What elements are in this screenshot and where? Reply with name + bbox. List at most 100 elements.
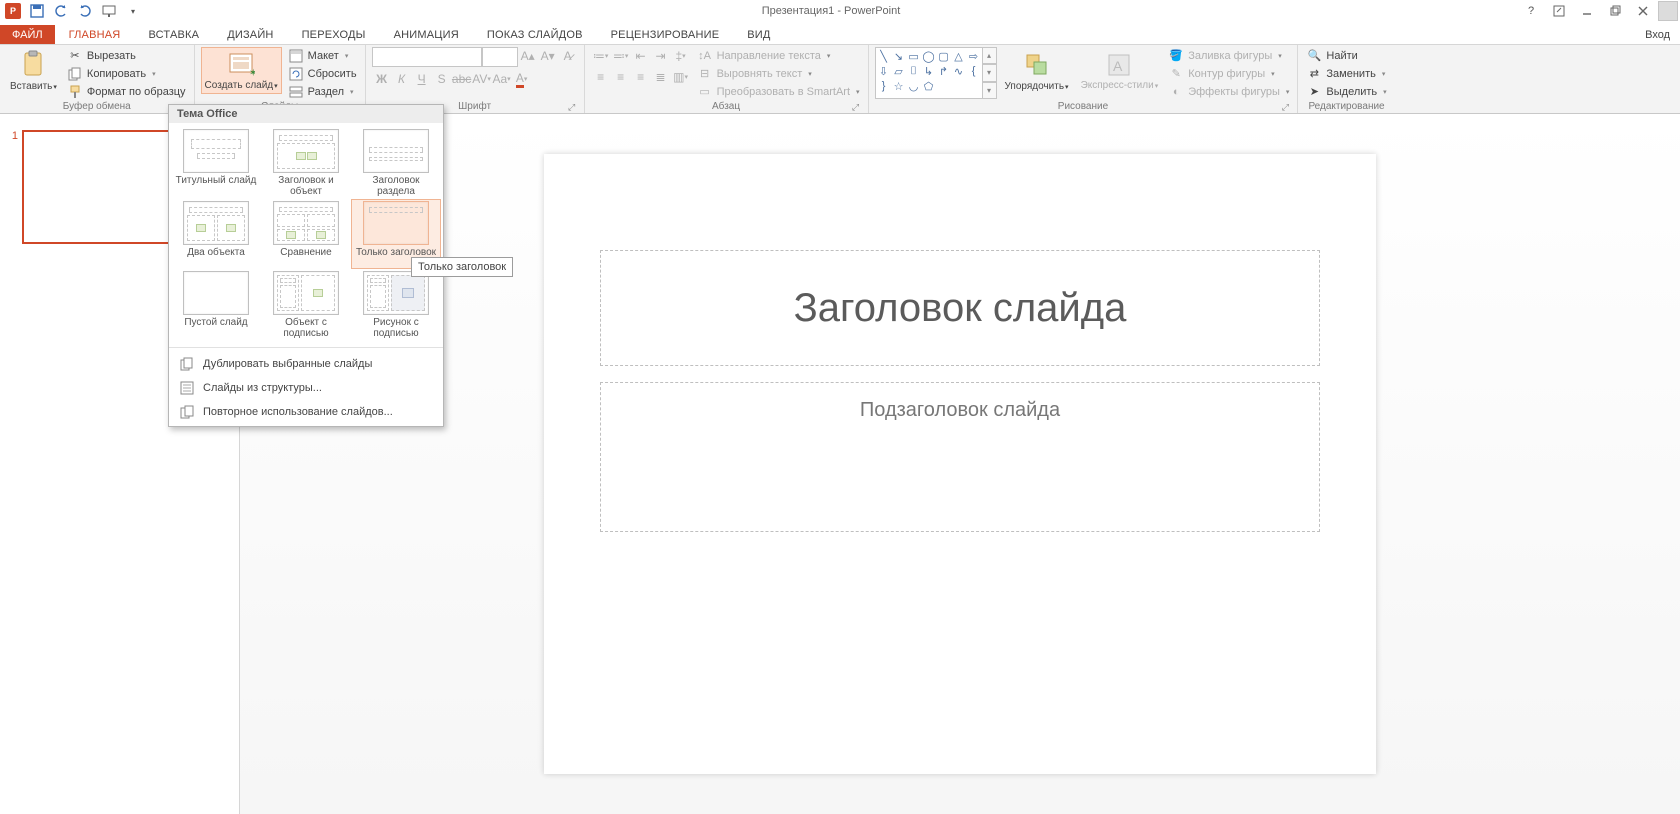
- replace-button[interactable]: ⇄Заменить▾: [1304, 65, 1388, 82]
- qat-customize-button[interactable]: ▾: [122, 1, 144, 21]
- decrease-indent-button[interactable]: ⇤: [631, 47, 651, 65]
- tab-transitions[interactable]: ПЕРЕХОДЫ: [288, 25, 380, 44]
- layout-section-header[interactable]: Заголовок раздела: [351, 127, 441, 199]
- align-right-button[interactable]: ≡: [631, 68, 651, 86]
- text-direction-button[interactable]: ↕AНаправление текста▾: [695, 47, 862, 64]
- tab-file[interactable]: ФАЙЛ: [0, 25, 55, 44]
- shape-triangle-icon[interactable]: △: [952, 49, 966, 63]
- subtitle-placeholder[interactable]: Подзаголовок слайда: [600, 382, 1320, 532]
- shape-poly-icon[interactable]: ⬠: [922, 79, 936, 93]
- copy-button[interactable]: Копировать▾: [65, 65, 188, 82]
- bold-button[interactable]: Ж: [372, 70, 392, 88]
- shape-curve-icon[interactable]: ∿: [952, 64, 966, 78]
- strikethrough-button[interactable]: abc: [452, 70, 472, 88]
- slides-from-outline-item[interactable]: Слайды из структуры...: [169, 376, 443, 400]
- layout-picture-caption[interactable]: Рисунок с подписью: [351, 269, 441, 341]
- tab-slideshow[interactable]: ПОКАЗ СЛАЙДОВ: [473, 25, 597, 44]
- decrease-font-button[interactable]: A▾: [538, 47, 558, 65]
- shape-effects-button[interactable]: ◐Эффекты фигуры▾: [1166, 83, 1291, 100]
- layout-comparison[interactable]: Сравнение: [261, 199, 351, 269]
- smartart-button[interactable]: ▭Преобразовать в SmartArt▾: [695, 83, 862, 100]
- help-button[interactable]: ?: [1518, 1, 1544, 21]
- ribbon-display-button[interactable]: [1546, 1, 1572, 21]
- shape-callout-icon[interactable]: ▱: [892, 64, 906, 78]
- shape-arrow-right-icon[interactable]: ⇨: [967, 49, 981, 63]
- reset-button[interactable]: Сбросить: [286, 65, 359, 82]
- shape-rect-icon[interactable]: ▭: [907, 49, 921, 63]
- qat-start-slideshow-button[interactable]: [98, 1, 120, 21]
- align-text-button[interactable]: ⊟Выровнять текст▾: [695, 65, 862, 82]
- new-slide-button[interactable]: ✶ Создать слайд▾: [201, 47, 282, 94]
- shapes-gallery[interactable]: ╲ ↘ ▭ ◯ ▢ △ ⇨ ⇩ ▱ ⌷ ↳ ↱ ∿ { } ☆ ◡: [875, 47, 983, 99]
- restore-button[interactable]: [1602, 1, 1628, 21]
- gallery-down-button[interactable]: ▾: [983, 64, 997, 81]
- shape-line-arrow-icon[interactable]: ↘: [892, 49, 906, 63]
- user-avatar[interactable]: [1658, 1, 1678, 21]
- font-launcher[interactable]: ⤢: [566, 101, 578, 113]
- drawing-launcher[interactable]: ⤢: [1279, 101, 1291, 113]
- shape-arrow-down-icon[interactable]: ⇩: [877, 64, 891, 78]
- shape-line-icon[interactable]: ╲: [877, 49, 891, 63]
- align-left-button[interactable]: ≡: [591, 68, 611, 86]
- slide-editor[interactable]: Заголовок слайда Подзаголовок слайда: [240, 114, 1680, 814]
- select-button[interactable]: ➤Выделить▾: [1304, 83, 1388, 100]
- shape-textbox-icon[interactable]: ⌷: [907, 64, 921, 78]
- underline-button[interactable]: Ч: [412, 70, 432, 88]
- align-center-button[interactable]: ≡: [611, 68, 631, 86]
- shape-oval-icon[interactable]: ◯: [922, 49, 936, 63]
- shape-elbow2-icon[interactable]: ↱: [937, 64, 951, 78]
- increase-font-button[interactable]: A▴: [518, 47, 538, 65]
- layout-blank[interactable]: Пустой слайд: [171, 269, 261, 341]
- close-button[interactable]: [1630, 1, 1656, 21]
- reuse-slides-item[interactable]: Повторное использование слайдов...: [169, 400, 443, 424]
- change-case-button[interactable]: Aa▾: [492, 70, 512, 88]
- font-size-input[interactable]: [482, 47, 518, 67]
- justify-button[interactable]: ≣: [651, 68, 671, 86]
- shape-brace-l-icon[interactable]: {: [967, 64, 981, 78]
- italic-button[interactable]: К: [392, 70, 412, 88]
- sign-in-link[interactable]: Вход: [1635, 25, 1680, 44]
- shape-fill-button[interactable]: 🪣Заливка фигуры▾: [1166, 47, 1291, 64]
- layout-content-caption[interactable]: Объект с подписью: [261, 269, 351, 341]
- shape-star-icon[interactable]: ☆: [892, 79, 906, 93]
- layout-button[interactable]: Макет▾: [286, 47, 359, 64]
- minimize-button[interactable]: [1574, 1, 1600, 21]
- layout-two-content[interactable]: Два объекта: [171, 199, 261, 269]
- line-spacing-button[interactable]: ‡▾: [671, 47, 691, 65]
- tab-insert[interactable]: ВСТАВКА: [134, 25, 213, 44]
- tab-view[interactable]: ВИД: [733, 25, 784, 44]
- title-placeholder[interactable]: Заголовок слайда: [600, 250, 1320, 366]
- bullets-button[interactable]: ≔▾: [591, 47, 611, 65]
- font-name-input[interactable]: [372, 47, 482, 67]
- layout-title-slide[interactable]: Титульный слайд: [171, 127, 261, 199]
- tab-animations[interactable]: АНИМАЦИЯ: [380, 25, 473, 44]
- format-painter-button[interactable]: Формат по образцу: [65, 83, 188, 100]
- shape-elbow-icon[interactable]: ↳: [922, 64, 936, 78]
- duplicate-slides-item[interactable]: Дублировать выбранные слайды: [169, 352, 443, 376]
- tab-review[interactable]: РЕЦЕНЗИРОВАНИЕ: [597, 25, 734, 44]
- section-button[interactable]: Раздел▾: [286, 83, 359, 100]
- shape-outline-button[interactable]: ✎Контур фигуры▾: [1166, 65, 1291, 82]
- font-color-button[interactable]: A▾: [512, 70, 532, 88]
- paragraph-launcher[interactable]: ⤢: [850, 101, 862, 113]
- cut-button[interactable]: ✂Вырезать: [65, 47, 188, 64]
- shadow-button[interactable]: S: [432, 70, 452, 88]
- gallery-more-button[interactable]: ▾: [983, 82, 997, 99]
- shape-rrect-icon[interactable]: ▢: [937, 49, 951, 63]
- arrange-button[interactable]: Упорядочить▾: [1001, 47, 1073, 94]
- char-spacing-button[interactable]: AV▾: [472, 70, 492, 88]
- quick-styles-button[interactable]: A Экспресс-стили▾: [1077, 47, 1163, 94]
- numbering-button[interactable]: ≕▾: [611, 47, 631, 65]
- tab-design[interactable]: ДИЗАЙН: [213, 25, 287, 44]
- shape-arc-icon[interactable]: ◡: [907, 79, 921, 93]
- qat-redo-button[interactable]: [74, 1, 96, 21]
- shape-brace-r-icon[interactable]: }: [877, 79, 891, 93]
- qat-undo-button[interactable]: [50, 1, 72, 21]
- increase-indent-button[interactable]: ⇥: [651, 47, 671, 65]
- gallery-up-button[interactable]: ▴: [983, 47, 997, 64]
- app-icon[interactable]: P: [2, 1, 24, 21]
- slide-canvas[interactable]: Заголовок слайда Подзаголовок слайда: [544, 154, 1376, 774]
- paste-button[interactable]: Вставить▾: [6, 47, 61, 94]
- clear-formatting-button[interactable]: A̷: [558, 47, 578, 65]
- columns-button[interactable]: ▥▾: [671, 68, 691, 86]
